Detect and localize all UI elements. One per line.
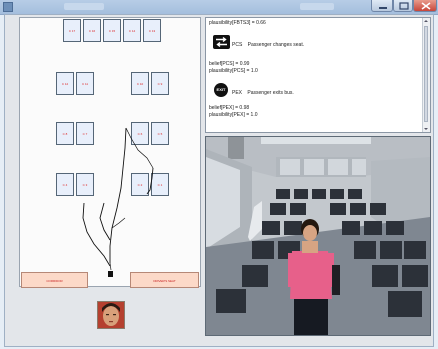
passenger-portrait [97,301,125,329]
app-icon [3,2,13,12]
event-pcs-code: PCS [232,42,243,48]
scroll-up-arrow-icon[interactable] [423,18,429,24]
corridor-zone: CORRIDOR [21,272,88,288]
window-titlebar [0,0,438,15]
camera-feed-image [206,137,430,335]
titlebar-blur-left [64,3,104,10]
maximize-button[interactable] [393,0,413,12]
passenger-trajectory [82,127,154,271]
close-icon [421,2,431,10]
seat-change-icon [213,35,230,49]
close-button[interactable] [413,0,437,12]
scroll-thumb[interactable] [424,26,428,122]
log-belief-pex: belief[PEX] = 0.98 [209,105,250,111]
titlebar-blur-right [300,3,334,10]
log-plausibility-pex: plausibility[PEX] = 1.0 [209,112,258,118]
log-scrollbar[interactable] [422,18,430,132]
log-line-plausibility-fbts3: plausibility[FBTS3] = 0.66 [209,20,266,26]
event-log-panel[interactable]: plausibility[FBTS3] = 0.66 PCS Passenger… [205,17,431,133]
scroll-down-arrow-icon[interactable] [423,126,429,132]
maximize-icon [399,2,409,10]
portrait-face-image [98,302,124,328]
event-pcs-line: PCS Passenger changes seat. [232,42,304,48]
event-pex-line: PEX Passenger exits bus. [232,90,294,96]
drivers-seat-zone: DRIVER'S SEAT [130,272,199,288]
event-pex-text: Passenger exits bus. [247,90,294,96]
event-pex-code: PEX [232,90,243,96]
bus-seat-map: C 17 C 16 C 15 C 14 C 13 C 12 C 11 C 10 … [19,17,201,288]
log-plausibility-pcs: plausibility[PCS] = 1.0 [209,68,258,74]
minimize-button[interactable] [371,0,393,12]
exit-icon: EXIT [214,83,228,97]
exit-icon-label: EXIT [216,87,226,92]
camera-feed [205,136,431,336]
event-pcs-text: Passenger changes seat. [247,42,305,48]
exit-marker [108,271,113,277]
log-belief-pcs: belief[PCS] = 0.99 [209,61,250,67]
minimize-icon [379,7,387,9]
